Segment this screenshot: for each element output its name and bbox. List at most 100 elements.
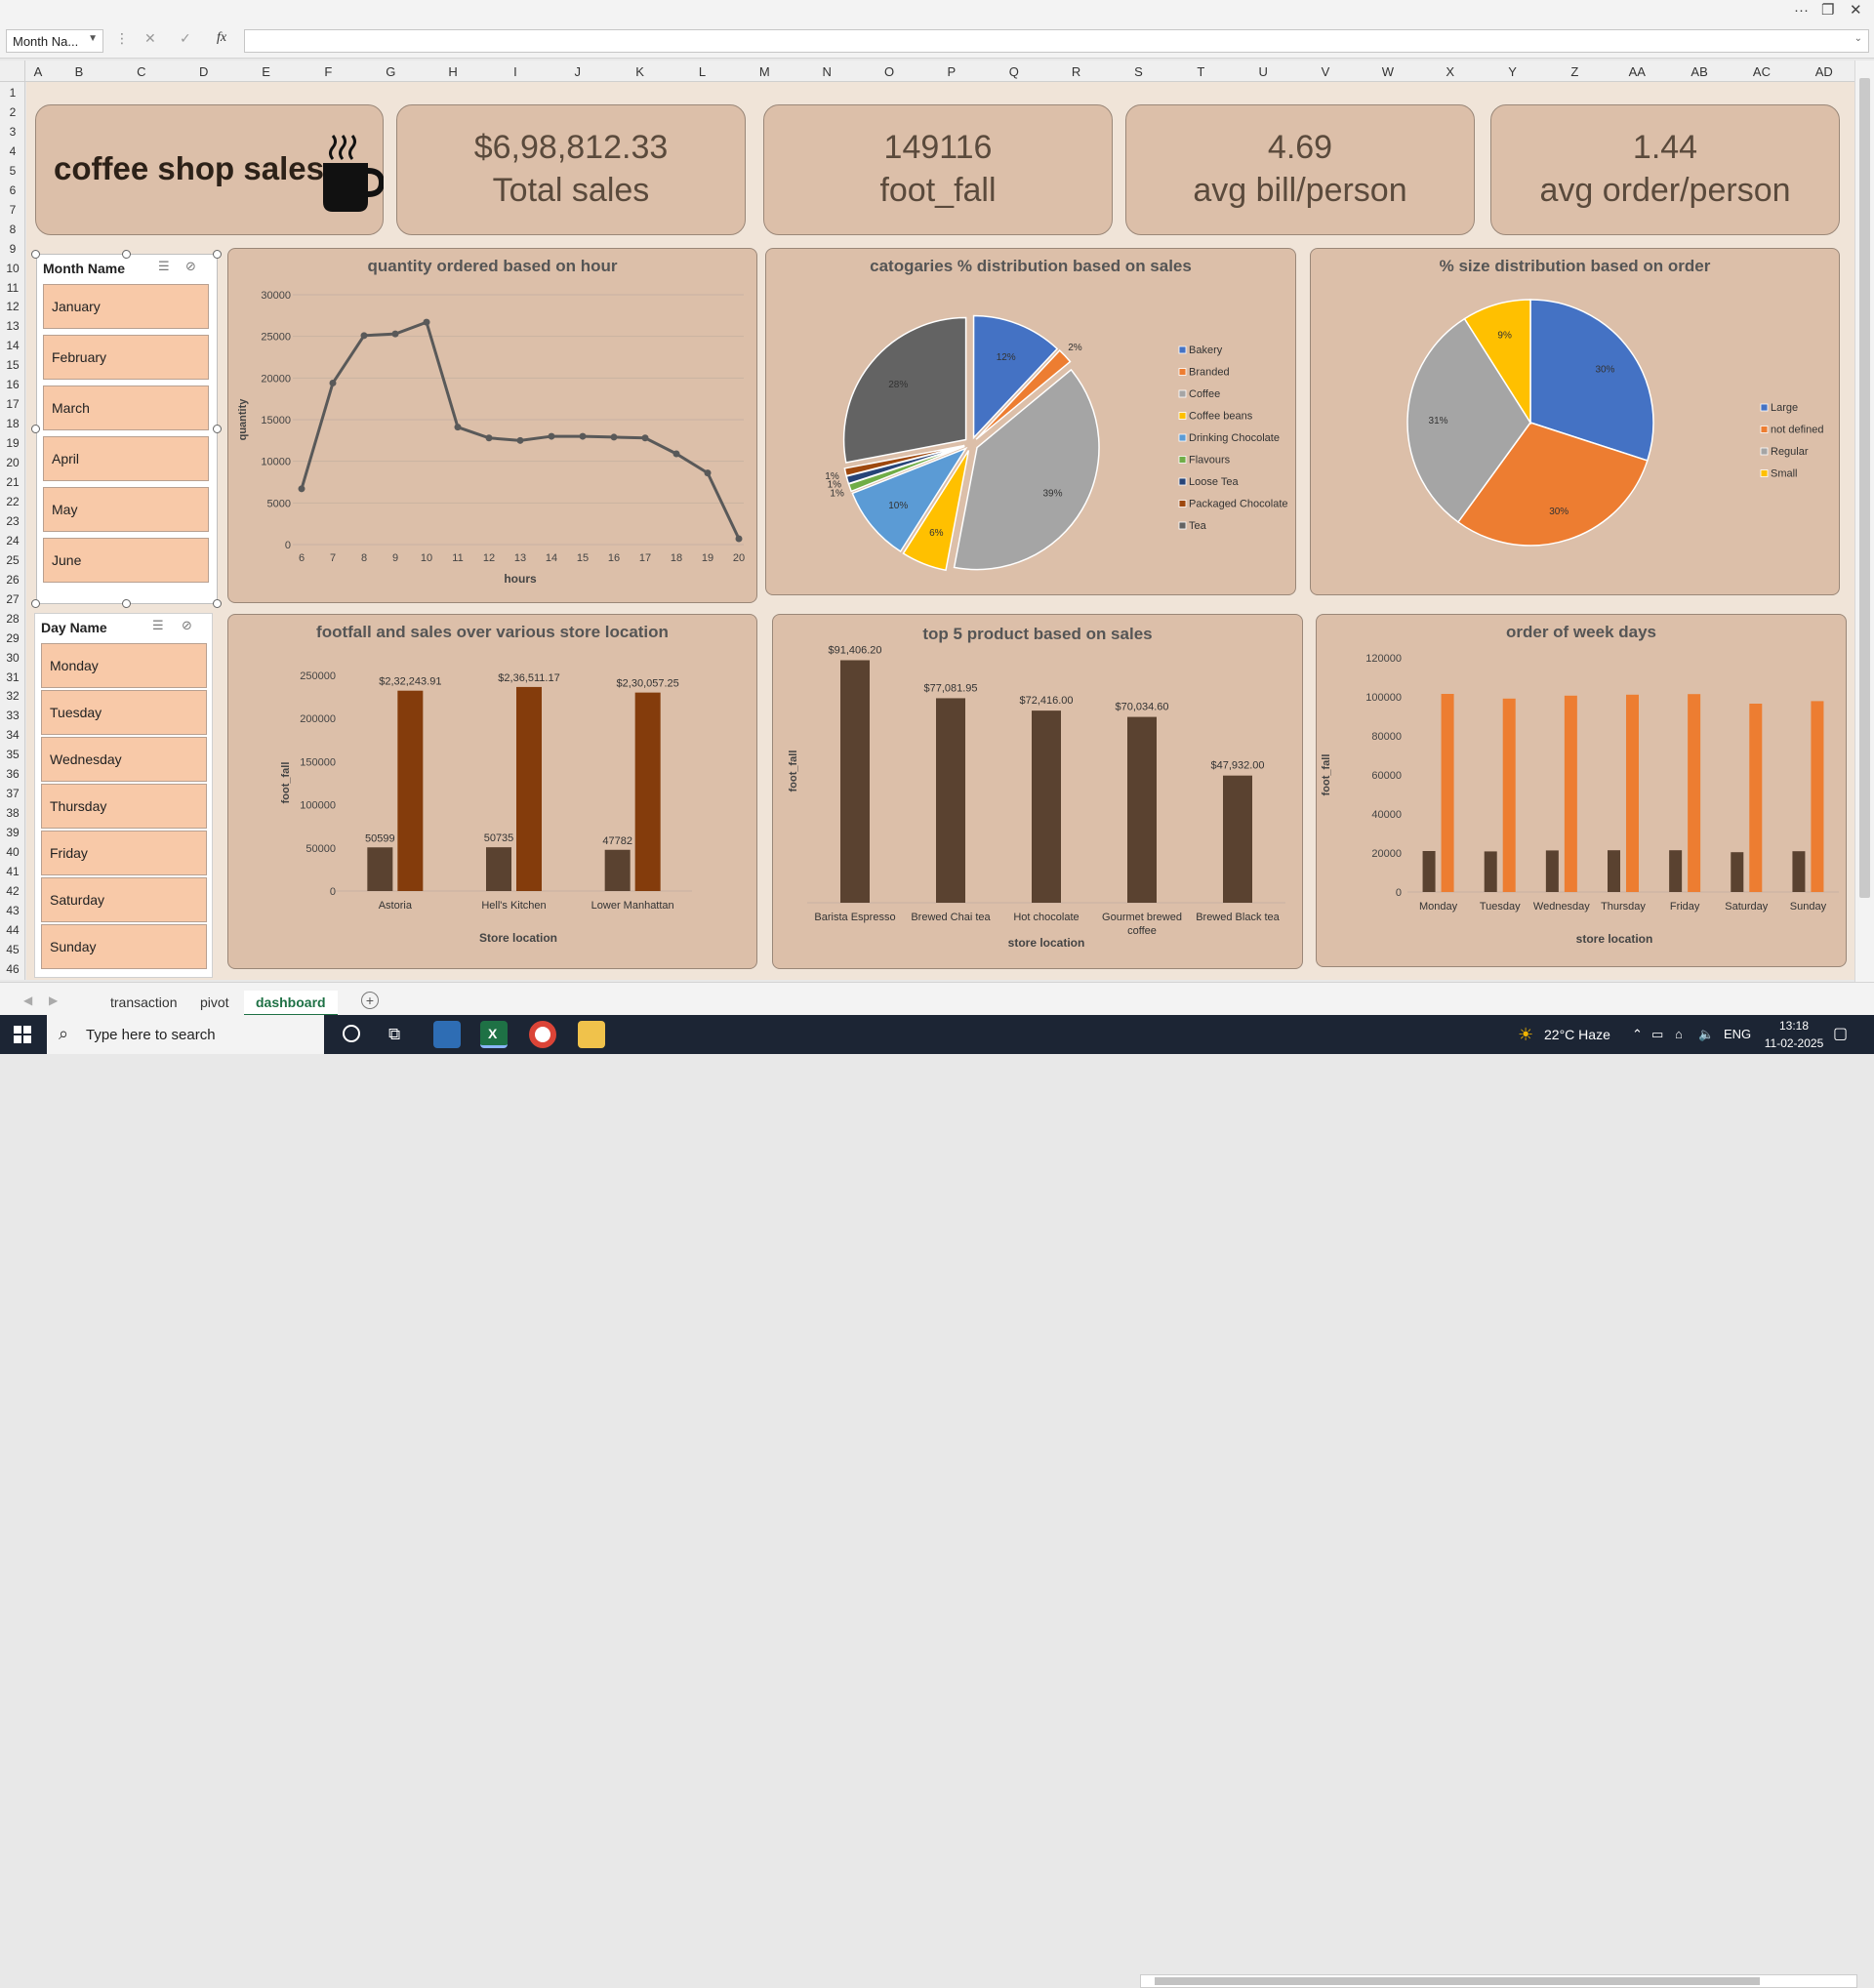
row-number[interactable]: 3 bbox=[0, 125, 25, 139]
row-number[interactable]: 24 bbox=[0, 534, 25, 548]
app-icon[interactable] bbox=[433, 1021, 461, 1048]
row-number[interactable]: 35 bbox=[0, 748, 25, 761]
tab-pivot[interactable]: pivot bbox=[188, 991, 241, 1014]
slicer-item-saturday[interactable]: Saturday bbox=[41, 877, 207, 922]
row-number[interactable]: 44 bbox=[0, 923, 25, 937]
file-explorer-icon[interactable] bbox=[578, 1021, 605, 1048]
slicer-item-wednesday[interactable]: Wednesday bbox=[41, 737, 207, 782]
row-number[interactable]: 38 bbox=[0, 806, 25, 820]
multi-select-icon[interactable]: ☰ bbox=[152, 618, 164, 633]
slicer-item-thursday[interactable]: Thursday bbox=[41, 784, 207, 829]
slicer-item-tuesday[interactable]: Tuesday bbox=[41, 690, 207, 735]
hourly-quantity-chart-panel[interactable]: quantity ordered based on hour 0 5000 1000… bbox=[227, 248, 757, 603]
week-days-chart-panel[interactable]: order of week days 0 20000 40000 60000 80000… bbox=[1316, 614, 1847, 967]
column-letter[interactable]: J bbox=[558, 64, 597, 79]
column-letter[interactable]: H bbox=[433, 64, 472, 79]
resize-handle[interactable] bbox=[122, 599, 131, 608]
slicer-item-may[interactable]: May bbox=[43, 487, 209, 532]
row-number[interactable]: 6 bbox=[0, 183, 25, 197]
slicer-item-april[interactable]: April bbox=[43, 436, 209, 481]
column-letter[interactable]: L bbox=[683, 64, 722, 79]
resize-handle[interactable] bbox=[213, 599, 222, 608]
row-number[interactable]: 14 bbox=[0, 339, 25, 352]
row-number[interactable]: 27 bbox=[0, 592, 25, 606]
row-number[interactable]: 7 bbox=[0, 203, 25, 217]
volume-icon[interactable]: 🔈 bbox=[1698, 1015, 1714, 1054]
tab-dashboard[interactable]: dashboard bbox=[244, 991, 338, 1017]
column-letter[interactable]: Q bbox=[995, 64, 1034, 79]
resize-handle[interactable] bbox=[122, 250, 131, 259]
column-letter[interactable]: Y bbox=[1493, 64, 1532, 79]
language-indicator[interactable]: ENG bbox=[1724, 1015, 1751, 1054]
cancel-icon[interactable]: ✕ bbox=[144, 31, 156, 47]
chevron-up-icon[interactable]: ⌃ bbox=[1632, 1015, 1643, 1054]
top-products-chart-panel[interactable]: top 5 product based on sales $91,406.20 B… bbox=[772, 614, 1303, 969]
prev-sheet-icon[interactable]: ◀ bbox=[23, 994, 32, 1007]
day-slicer[interactable]: Day Name ☰ ⊘ Monday Tuesday Wednesday Th… bbox=[34, 613, 213, 978]
column-letter[interactable]: AA bbox=[1617, 64, 1656, 79]
column-letter[interactable]: Z bbox=[1555, 64, 1594, 79]
row-number[interactable]: 20 bbox=[0, 456, 25, 469]
clear-filter-icon[interactable]: ⊘ bbox=[182, 618, 192, 633]
slicer-item-february[interactable]: February bbox=[43, 335, 209, 380]
row-number[interactable]: 11 bbox=[0, 281, 25, 295]
column-letter[interactable]: C bbox=[122, 64, 161, 79]
row-number[interactable]: 43 bbox=[0, 904, 25, 917]
cortana-icon[interactable] bbox=[343, 1025, 360, 1042]
row-number[interactable]: 26 bbox=[0, 573, 25, 587]
row-number[interactable]: 8 bbox=[0, 223, 25, 236]
column-letter[interactable]: D bbox=[184, 64, 224, 79]
multi-select-icon[interactable]: ☰ bbox=[158, 259, 170, 274]
expand-icon[interactable]: ⌄ bbox=[1854, 33, 1862, 44]
row-number[interactable]: 19 bbox=[0, 436, 25, 450]
column-letter[interactable]: F bbox=[308, 64, 347, 79]
notification-icon[interactable]: ▢ bbox=[1833, 1015, 1848, 1054]
column-letter[interactable]: K bbox=[621, 64, 660, 79]
vertical-scrollbar[interactable] bbox=[1854, 61, 1874, 982]
row-number[interactable]: 34 bbox=[0, 728, 25, 742]
column-letter[interactable]: A bbox=[19, 64, 58, 79]
resize-handle[interactable] bbox=[213, 250, 222, 259]
row-number[interactable]: 29 bbox=[0, 631, 25, 645]
slicer-item-monday[interactable]: Monday bbox=[41, 643, 207, 688]
task-view-icon[interactable]: ⧉ bbox=[388, 1025, 400, 1044]
row-number[interactable]: 45 bbox=[0, 943, 25, 956]
column-letter[interactable]: AB bbox=[1680, 64, 1719, 79]
name-box[interactable]: Month Na... ▼ bbox=[6, 29, 103, 53]
row-number[interactable]: 37 bbox=[0, 787, 25, 800]
restore-icon[interactable]: ❐ bbox=[1821, 0, 1834, 21]
column-letter[interactable]: I bbox=[496, 64, 535, 79]
clear-filter-icon[interactable]: ⊘ bbox=[185, 259, 196, 274]
network-icon[interactable]: ⌂ bbox=[1675, 1015, 1683, 1054]
row-number[interactable]: 4 bbox=[0, 144, 25, 158]
row-number[interactable]: 21 bbox=[0, 475, 25, 489]
weather-text[interactable]: 22°C Haze bbox=[1544, 1015, 1610, 1054]
row-number[interactable]: 12 bbox=[0, 300, 25, 313]
column-letter[interactable]: S bbox=[1119, 64, 1158, 79]
windows-start-icon[interactable] bbox=[14, 1026, 31, 1043]
horizontal-scrollbar[interactable] bbox=[1140, 1974, 1857, 1988]
battery-icon[interactable]: ▭ bbox=[1651, 1015, 1663, 1054]
slicer-item-june[interactable]: June bbox=[43, 538, 209, 583]
next-sheet-icon[interactable]: ▶ bbox=[49, 994, 58, 1007]
row-number[interactable]: 31 bbox=[0, 670, 25, 684]
column-letter[interactable]: G bbox=[371, 64, 410, 79]
size-pie-panel[interactable]: % size distribution based on order 30% 30… bbox=[1310, 248, 1840, 595]
column-letter[interactable]: X bbox=[1431, 64, 1470, 79]
row-number[interactable]: 46 bbox=[0, 962, 25, 976]
slicer-item-january[interactable]: January bbox=[43, 284, 209, 329]
clock-time[interactable]: 13:18 bbox=[1767, 1019, 1821, 1033]
row-number[interactable]: 25 bbox=[0, 553, 25, 567]
column-letter[interactable]: N bbox=[807, 64, 846, 79]
scroll-thumb[interactable] bbox=[1859, 78, 1870, 898]
chrome-icon[interactable] bbox=[529, 1021, 556, 1048]
row-number[interactable]: 22 bbox=[0, 495, 25, 508]
column-letter[interactable]: M bbox=[745, 64, 784, 79]
row-number[interactable]: 32 bbox=[0, 689, 25, 703]
row-number[interactable]: 41 bbox=[0, 865, 25, 878]
add-sheet-icon[interactable]: + bbox=[361, 992, 379, 1009]
row-number[interactable]: 36 bbox=[0, 767, 25, 781]
resize-handle[interactable] bbox=[213, 425, 222, 433]
column-letter[interactable]: O bbox=[870, 64, 909, 79]
close-icon[interactable]: ✕ bbox=[1850, 0, 1862, 21]
